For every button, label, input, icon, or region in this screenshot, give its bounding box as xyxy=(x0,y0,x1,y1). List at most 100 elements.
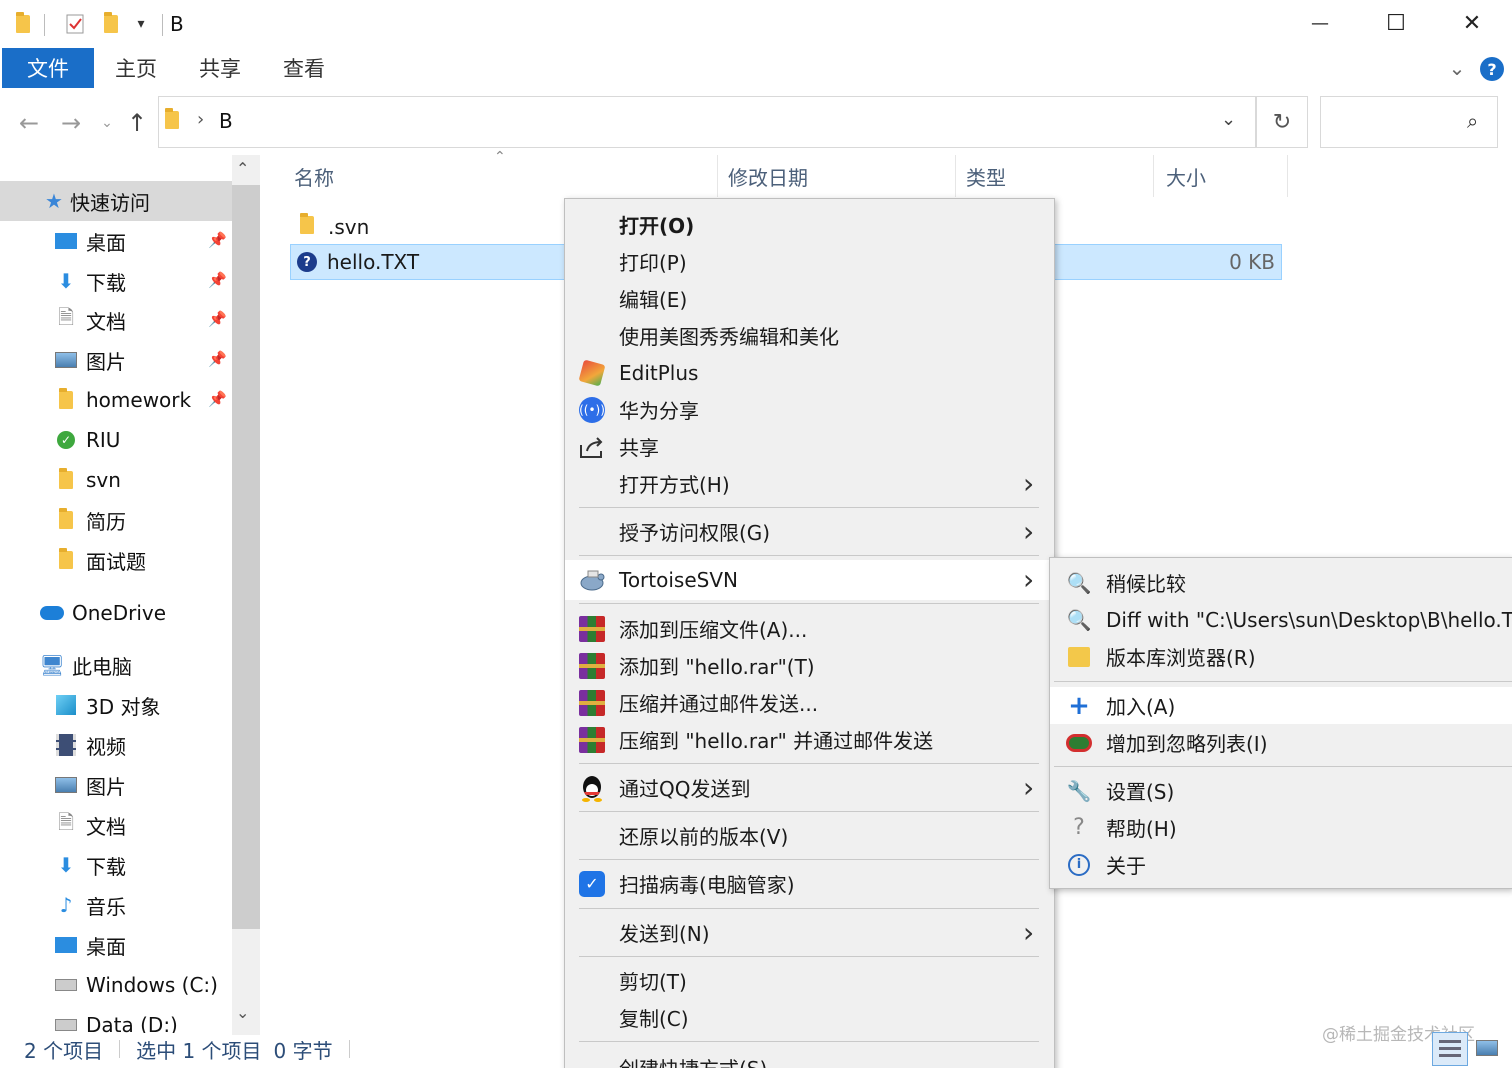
expand-ribbon-icon[interactable]: ⌄ xyxy=(1440,48,1474,88)
menu-item-tortoisesvn[interactable]: TortoiseSVN › xyxy=(565,560,1054,600)
customize-quick-access-icon[interactable]: ▾ xyxy=(130,10,152,38)
menu-item-svn-about[interactable]: i 关于 xyxy=(1050,846,1512,883)
menu-item-restore-previous-versions[interactable]: 还原以前的版本(V) xyxy=(565,817,1054,854)
help-icon[interactable]: ? xyxy=(1480,57,1504,81)
details-view-icon xyxy=(1439,1040,1461,1043)
properties-icon[interactable] xyxy=(62,10,88,38)
maximize-button[interactable]: ☐ xyxy=(1358,0,1434,46)
nav-item-desktop-pc[interactable]: 桌面 xyxy=(54,926,126,964)
pin-icon[interactable]: 📌 xyxy=(208,390,227,408)
menu-item-svn-help[interactable]: ? 帮助(H) xyxy=(1050,809,1512,846)
details-view-button[interactable] xyxy=(1432,1032,1468,1066)
file-row[interactable]: .svn xyxy=(290,209,564,245)
column-header-size[interactable]: 大小 xyxy=(1156,155,1288,197)
breadcrumb-segment[interactable]: B xyxy=(219,109,233,133)
folder-icon xyxy=(54,508,78,532)
column-header-name[interactable]: 名称 ⌃ xyxy=(284,149,718,197)
menu-item-create-shortcut[interactable]: 创建快捷方式(S) xyxy=(565,1047,1054,1068)
tab-view[interactable]: 查看 xyxy=(268,48,340,88)
menu-item-send-to[interactable]: 发送到(N) › xyxy=(565,914,1054,951)
address-bar[interactable]: › B ⌄ xyxy=(158,96,1256,148)
menu-item-cut[interactable]: 剪切(T) xyxy=(565,962,1054,999)
nav-item-desktop[interactable]: 桌面 xyxy=(54,222,126,260)
up-button[interactable]: ↑ xyxy=(122,106,152,140)
search-icon[interactable]: ⌕ xyxy=(1467,109,1478,133)
nav-item-pictures[interactable]: 图片 xyxy=(54,341,126,379)
navigation-pane: ★ 快速访问 桌面 📌 ⬇ 下载 📌 🗎 文档 📌 图片 📌 homework … xyxy=(0,155,260,1035)
nav-scrollbar-thumb[interactable] xyxy=(232,185,260,929)
recent-locations-button[interactable]: ⌄ xyxy=(92,106,122,140)
search-input[interactable] xyxy=(1327,107,1457,137)
back-button[interactable]: ← xyxy=(14,106,44,140)
computer-icon: 🖥 xyxy=(39,653,65,677)
pin-icon[interactable]: 📌 xyxy=(208,310,227,328)
pin-icon[interactable]: 📌 xyxy=(208,350,227,368)
menu-separator xyxy=(1054,766,1512,767)
search-box[interactable]: ⌕ xyxy=(1320,96,1498,148)
nav-quick-access[interactable]: ★ 快速访问 xyxy=(44,182,150,220)
menu-item-add-to-hello-rar[interactable]: 添加到 "hello.rar"(T) xyxy=(565,647,1054,684)
minimize-button[interactable]: — xyxy=(1282,0,1358,46)
tab-home[interactable]: 主页 xyxy=(100,48,172,88)
menu-item-share[interactable]: 共享 xyxy=(565,428,1054,465)
menu-item-svn-add[interactable]: + 加入(A) xyxy=(1050,687,1512,724)
nav-item-homework[interactable]: homework xyxy=(54,381,191,419)
menu-item-open-with[interactable]: 打开方式(H) › xyxy=(565,465,1054,502)
magnifier-icon: 🔍 xyxy=(1066,607,1092,632)
menu-item-send-via-qq[interactable]: 通过QQ发送到 › xyxy=(565,769,1054,806)
column-header-modified[interactable]: 修改日期 xyxy=(718,155,956,197)
nav-item-videos[interactable]: 视频 xyxy=(54,726,126,764)
nav-item-documents[interactable]: 🗎 文档 xyxy=(54,301,126,339)
menu-item-scan-virus[interactable]: ✓ 扫描病毒(电脑管家) xyxy=(565,865,1054,902)
menu-item-add-to-ignore[interactable]: 增加到忽略列表(I) xyxy=(1050,724,1512,761)
nav-label: Windows (C:) xyxy=(86,973,218,997)
menu-item-print[interactable]: 打印(P) xyxy=(565,243,1054,280)
nav-item-downloads[interactable]: ⬇ 下载 xyxy=(54,262,126,300)
nav-this-pc[interactable]: 🖥 此电脑 xyxy=(39,646,132,684)
nav-item-music[interactable]: ♪ 音乐 xyxy=(54,886,126,924)
large-icons-view-button[interactable] xyxy=(1472,1034,1504,1064)
pin-icon[interactable]: 📌 xyxy=(208,271,227,289)
column-header-type[interactable]: 类型 xyxy=(956,155,1154,197)
nav-item-drive-c[interactable]: Windows (C:) xyxy=(54,966,218,1004)
pin-icon[interactable]: 📌 xyxy=(208,231,227,249)
refresh-button[interactable]: ↻ xyxy=(1256,96,1308,148)
divider xyxy=(162,14,163,36)
nav-item-documents-pc[interactable]: 🗎 文档 xyxy=(54,806,126,844)
menu-item-edit[interactable]: 编辑(E) xyxy=(565,280,1054,317)
nav-item-interview[interactable]: 面试题 xyxy=(54,541,146,579)
tab-file[interactable]: 文件 xyxy=(2,48,94,88)
nav-item-3d-objects[interactable]: 3D 对象 xyxy=(54,686,160,724)
menu-item-open[interactable]: 打开(O) xyxy=(565,206,1054,243)
menu-item-huawei-share[interactable]: ((•)) 华为分享 xyxy=(565,391,1054,428)
menu-item-grant-access[interactable]: 授予访问权限(G) › xyxy=(565,513,1054,550)
nav-item-pictures-pc[interactable]: 图片 xyxy=(54,766,126,804)
menu-item-repo-browser[interactable]: 版本库浏览器(R) xyxy=(1050,638,1512,675)
close-button[interactable]: ✕ xyxy=(1434,0,1510,46)
nav-label: 此电脑 xyxy=(72,654,132,679)
address-history-dropdown[interactable]: ⌄ xyxy=(1221,109,1236,130)
nav-item-svn[interactable]: svn xyxy=(54,461,121,499)
forward-button[interactable]: → xyxy=(56,106,86,140)
menu-separator xyxy=(579,859,1039,860)
menu-item-add-to-archive[interactable]: 添加到压缩文件(A)... xyxy=(565,610,1054,647)
menu-item-editplus[interactable]: EditPlus xyxy=(565,354,1054,391)
menu-item-diff-with[interactable]: 🔍 Diff with "C:\Users\sun\Desktop\B\hell… xyxy=(1050,601,1512,638)
nav-item-riu[interactable]: ✓ RIU xyxy=(54,421,120,459)
nav-item-downloads-pc[interactable]: ⬇ 下载 xyxy=(54,846,126,884)
svn-folder-icon: ✓ xyxy=(54,428,78,452)
menu-item-diff-later[interactable]: 🔍 稍候比较 xyxy=(1050,564,1512,601)
nav-onedrive[interactable]: OneDrive xyxy=(40,594,166,632)
scroll-up-icon[interactable]: ⌃ xyxy=(236,159,249,178)
menu-separator xyxy=(579,507,1039,508)
menu-item-meitu[interactable]: 使用美图秀秀编辑和美化 xyxy=(565,317,1054,354)
new-folder-icon[interactable] xyxy=(98,10,124,38)
scroll-down-icon[interactable]: ⌄ xyxy=(236,1003,249,1022)
menu-item-compress-to-rar-and-email[interactable]: 压缩到 "hello.rar" 并通过邮件发送 xyxy=(565,721,1054,758)
nav-item-resume[interactable]: 简历 xyxy=(54,501,126,539)
menu-item-svn-settings[interactable]: 🔧 设置(S) xyxy=(1050,772,1512,809)
menu-label: 稍候比较 xyxy=(1106,572,1186,596)
menu-item-copy[interactable]: 复制(C) xyxy=(565,999,1054,1036)
menu-item-compress-and-email[interactable]: 压缩并通过邮件发送... xyxy=(565,684,1054,721)
tab-share[interactable]: 共享 xyxy=(184,48,256,88)
